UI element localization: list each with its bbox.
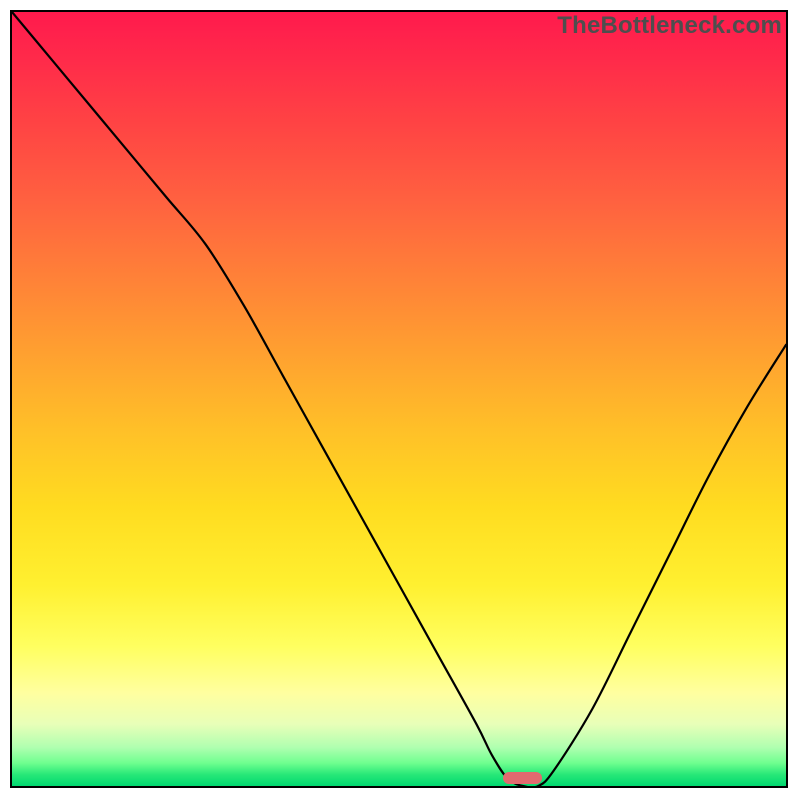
bottleneck-curve (12, 12, 786, 786)
watermark-text: TheBottleneck.com (557, 12, 782, 40)
optimal-marker (503, 772, 542, 784)
plot-area (12, 12, 786, 786)
